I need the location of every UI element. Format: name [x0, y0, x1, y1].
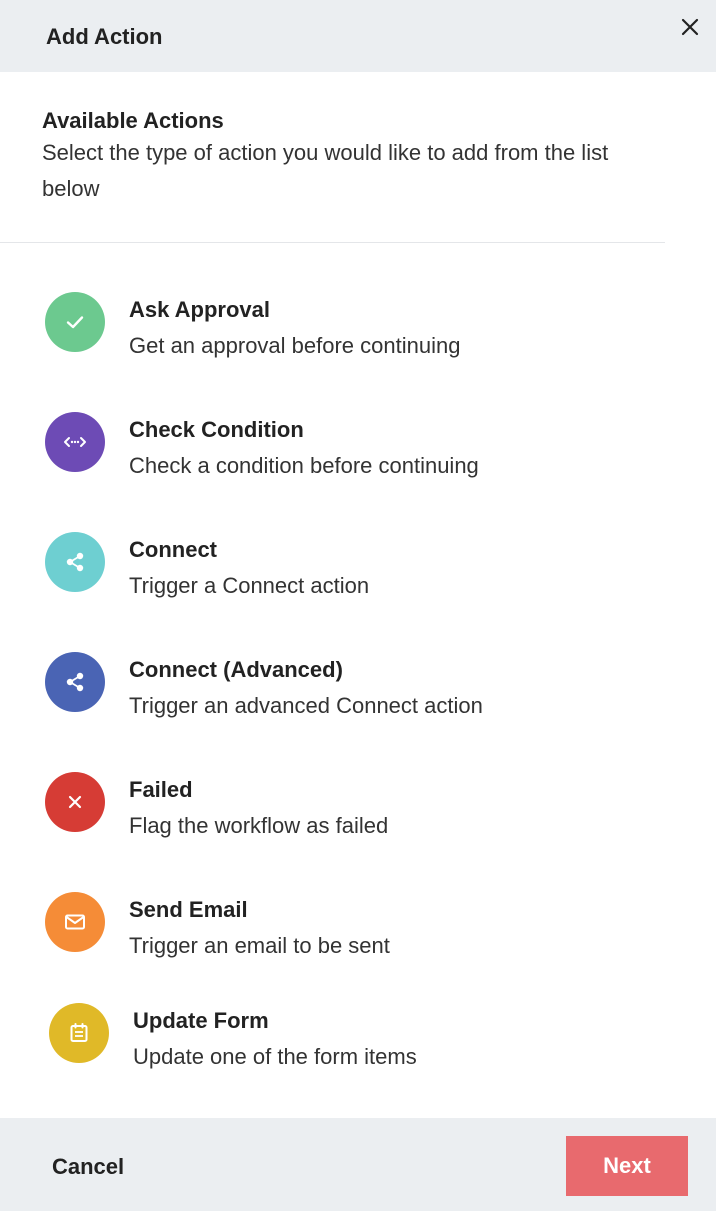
action-item-ask-approval[interactable]: Ask Approval Get an approval before cont…	[0, 280, 690, 380]
cancel-button[interactable]: Cancel	[52, 1154, 124, 1180]
action-title: Send Email	[129, 897, 248, 922]
action-item-connect[interactable]: Connect Trigger a Connect action	[0, 520, 690, 620]
action-description: Trigger an email to be sent	[129, 933, 390, 958]
action-title: Connect (Advanced)	[129, 657, 343, 682]
mail-icon	[65, 914, 85, 930]
share-icon	[66, 552, 84, 572]
dialog-footer: Cancel Next	[0, 1118, 716, 1211]
action-title: Update Form	[133, 1008, 269, 1033]
form-circle	[49, 1003, 109, 1063]
next-button[interactable]: Next	[566, 1136, 688, 1196]
dialog-title: Add Action	[46, 24, 163, 49]
action-item-connect-advanced[interactable]: Connect (Advanced) Trigger an advanced C…	[0, 640, 690, 740]
action-title: Failed	[129, 777, 193, 802]
section-description: Select the type of action you would like…	[42, 140, 609, 201]
action-description: Check a condition before continuing	[129, 453, 479, 478]
condition-circle	[45, 412, 105, 472]
intro-section: Available Actions Select the type of act…	[42, 107, 662, 207]
action-description: Get an approval before continuing	[129, 333, 461, 358]
action-item-update-form[interactable]: Update Form Update one of the form items	[0, 990, 690, 1090]
action-title: Connect	[129, 537, 217, 562]
email-circle	[45, 892, 105, 952]
action-item-failed[interactable]: Failed Flag the workflow as failed	[0, 760, 690, 860]
action-description: Trigger an advanced Connect action	[129, 693, 483, 718]
code-condition-icon	[64, 437, 86, 447]
connect-circle	[45, 532, 105, 592]
action-description: Flag the workflow as failed	[129, 813, 389, 838]
check-icon	[66, 316, 84, 329]
action-description: Trigger a Connect action	[129, 573, 370, 598]
share-icon	[66, 672, 84, 692]
form-icon	[70, 1023, 88, 1042]
action-item-send-email[interactable]: Send Email Trigger an email to be sent	[0, 880, 690, 980]
action-title: Ask Approval	[129, 297, 271, 322]
close-icon[interactable]	[676, 13, 704, 41]
close-icon	[68, 795, 82, 809]
connect-advanced-circle	[45, 652, 105, 712]
action-item-check-condition[interactable]: Check Condition Check a condition before…	[0, 400, 690, 500]
approval-circle	[45, 292, 105, 352]
failed-circle	[45, 772, 105, 832]
action-description: Update one of the form items	[133, 1044, 417, 1069]
dialog-header: Add Action	[0, 0, 716, 72]
action-title: Check Condition	[129, 417, 304, 442]
divider	[0, 242, 665, 243]
section-heading: Available Actions	[42, 108, 224, 133]
